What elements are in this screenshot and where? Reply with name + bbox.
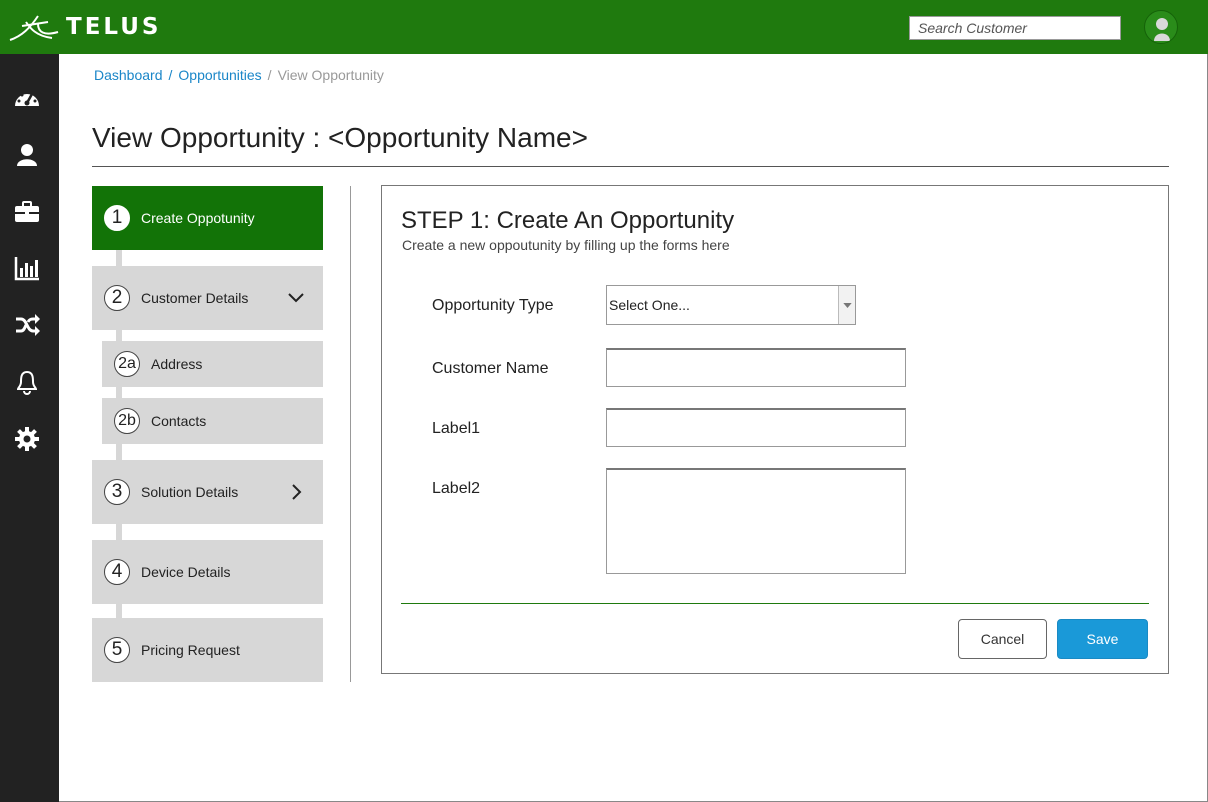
chevron-right-icon[interactable]: [283, 479, 309, 505]
brand-name: TELUS: [66, 14, 162, 40]
step-number: 2b: [114, 408, 140, 434]
title-divider: [92, 166, 1169, 167]
speedometer-icon[interactable]: [12, 83, 42, 113]
opportunity-type-value: Select One...: [609, 297, 690, 313]
breadcrumb-dashboard-link[interactable]: Dashboard: [94, 67, 163, 83]
step-address[interactable]: 2a Address: [102, 341, 323, 387]
step-solution-details[interactable]: 3 Solution Details: [92, 460, 323, 524]
step-label: Pricing Request: [141, 642, 240, 658]
step-pricing-request[interactable]: 5 Pricing Request: [92, 618, 323, 682]
telus-logo-mark-icon: [9, 15, 59, 41]
column-divider: [350, 186, 351, 682]
user-avatar-icon[interactable]: [1144, 10, 1178, 44]
briefcase-icon[interactable]: [12, 197, 42, 227]
shuffle-icon[interactable]: [12, 310, 42, 340]
side-nav: [0, 54, 59, 802]
label2-label: Label2: [432, 480, 481, 497]
top-bar: TELUS: [0, 0, 1208, 54]
opportunity-type-select[interactable]: Select One...: [606, 285, 856, 325]
step-device-details[interactable]: 4 Device Details: [92, 540, 323, 604]
search-customer-input[interactable]: [909, 16, 1121, 40]
user-icon[interactable]: [12, 140, 42, 170]
step-number: 3: [104, 479, 130, 505]
step-label: Customer Details: [141, 290, 249, 306]
bell-icon[interactable]: [12, 367, 42, 397]
label1-label: Label1: [432, 420, 481, 437]
step-contacts[interactable]: 2b Contacts: [102, 398, 323, 444]
dropdown-arrow-icon[interactable]: [838, 286, 855, 324]
step-label: Create Oppotunity: [141, 210, 255, 226]
gear-icon[interactable]: [12, 424, 42, 454]
step-navigator: 1 Create Oppotunity 2 Customer Details 2…: [92, 186, 324, 682]
chevron-down-icon[interactable]: [283, 285, 309, 311]
step-create-opportunity[interactable]: 1 Create Oppotunity: [92, 186, 323, 250]
breadcrumb-separator: /: [267, 67, 272, 83]
breadcrumb-separator: /: [168, 67, 173, 83]
cancel-button[interactable]: Cancel: [958, 619, 1047, 659]
breadcrumb-opportunities-link[interactable]: Opportunities: [178, 67, 261, 83]
step-number: 1: [104, 205, 130, 231]
app-window: TELUS Search Customer Dashboard / Opport…: [0, 0, 1208, 802]
step-number: 2a: [114, 351, 140, 377]
form-subtitle: Create a new oppoutunity by filling up t…: [402, 237, 730, 253]
step-label: Contacts: [151, 413, 207, 429]
step-customer-details[interactable]: 2 Customer Details: [92, 266, 323, 330]
form-panel: STEP 1: Create An Opportunity Create a n…: [381, 185, 1169, 674]
step-number: 2: [104, 285, 130, 311]
label1-input[interactable]: [606, 408, 906, 447]
opportunity-type-label: Opportunity Type: [432, 297, 554, 314]
step-number: 4: [104, 559, 130, 585]
label2-textarea[interactable]: [606, 468, 906, 574]
bar-chart-icon[interactable]: [12, 253, 42, 283]
customer-name-label: Customer Name: [432, 360, 549, 377]
step-label: Solution Details: [141, 484, 239, 500]
step-number: 5: [104, 637, 130, 663]
breadcrumb-current: View Opportunity: [277, 67, 384, 83]
form-title: STEP 1: Create An Opportunity: [401, 207, 735, 234]
step-label: Address: [151, 356, 203, 372]
step-label: Device Details: [141, 564, 231, 580]
breadcrumb: Dashboard / Opportunities / View Opportunity: [94, 67, 384, 83]
page-title: View Opportunity : <Opportunity Name>: [92, 122, 588, 153]
telus-logo[interactable]: TELUS: [8, 10, 161, 44]
customer-name-input[interactable]: [606, 348, 906, 387]
save-button[interactable]: Save: [1057, 619, 1148, 659]
form-footer-divider: [401, 603, 1149, 604]
